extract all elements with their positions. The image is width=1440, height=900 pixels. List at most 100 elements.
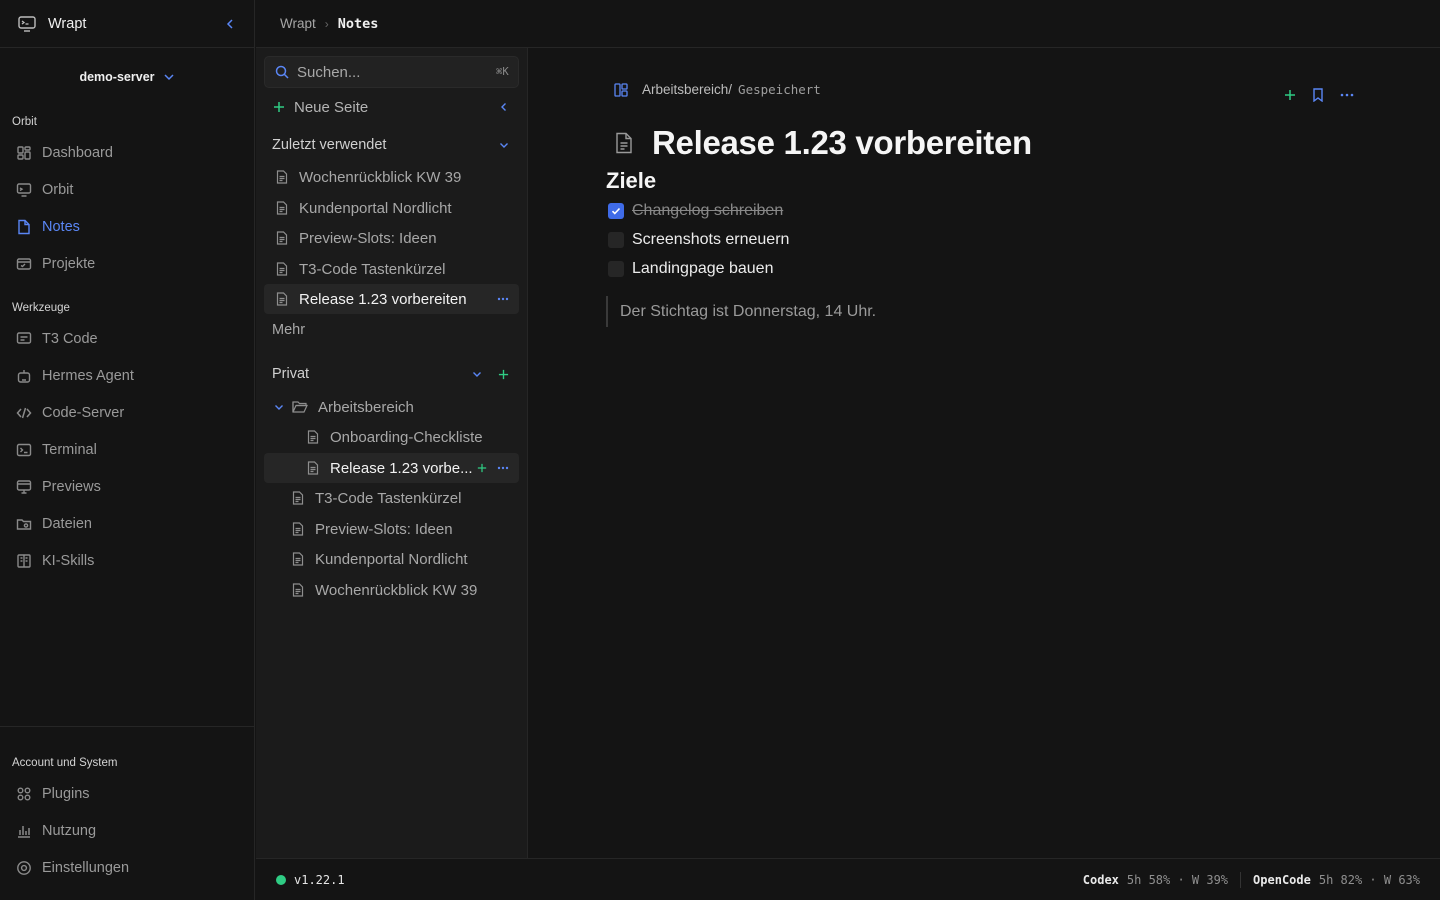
opencode-label: OpenCode: [1253, 872, 1311, 887]
chevron-down-icon: [163, 71, 175, 83]
opencode-usage: 5h 82% · W 63%: [1318, 872, 1420, 887]
sidebar-item-t3-code[interactable]: T3 Code: [0, 320, 254, 357]
document-icon: [306, 430, 320, 444]
document-icon: [291, 522, 305, 536]
sidebar-item-projekte[interactable]: Projekte: [0, 245, 254, 282]
breadcrumb-separator-icon: ›: [324, 16, 329, 31]
todo-text[interactable]: Changelog schreiben: [632, 202, 783, 220]
sidebar-item-label: Hermes Agent: [42, 367, 134, 384]
recent-page-item-active[interactable]: Release 1.23 vorbereiten: [264, 284, 519, 314]
more-options-icon[interactable]: [1340, 93, 1354, 97]
sidebar-item-nutzung[interactable]: Nutzung: [0, 812, 254, 849]
sidebar-item-label: T3 Code: [42, 330, 98, 347]
document-title[interactable]: Release 1.23 vorbereiten: [652, 124, 1032, 162]
collapse-panel-icon[interactable]: [499, 102, 519, 112]
usage-indicators: Codex 5h 58% · W 39% OpenCode 5h 82% · W…: [1083, 871, 1420, 888]
chat-icon: [16, 331, 32, 347]
quote-text[interactable]: Der Stichtag ist Donnerstag, 14 Uhr.: [620, 303, 876, 321]
divider: [1240, 871, 1242, 888]
search-box[interactable]: ⌘K: [264, 56, 519, 88]
todo-text[interactable]: Screenshots erneuern: [632, 231, 789, 249]
todo-item[interactable]: Landingpage bauen: [608, 260, 773, 278]
sidebar-item-dateien[interactable]: Dateien: [0, 505, 254, 542]
top-breadcrumb-bar: Wrapt › Notes: [256, 0, 1440, 48]
sidebar-item-label: Terminal: [42, 441, 97, 458]
more-options-icon[interactable]: [497, 466, 509, 470]
todo-item[interactable]: Changelog schreiben: [608, 202, 783, 220]
breadcrumb-wrapt[interactable]: Wrapt: [280, 16, 316, 31]
recent-page-item[interactable]: Preview-Slots: Ideen: [264, 223, 519, 253]
settings-icon: [16, 860, 32, 876]
sidebar-item-code-server[interactable]: Code-Server: [0, 394, 254, 431]
checkbox-unchecked[interactable]: [608, 261, 624, 277]
document-icon: [291, 552, 305, 566]
document-icon: [614, 132, 634, 154]
page-title: Wochenrückblick KW 39: [299, 168, 462, 186]
section-title-account: Account und System: [12, 757, 118, 769]
page-title: T3-Code Tastenkürzel: [315, 489, 462, 507]
folder-page-item[interactable]: Onboarding-Checkliste: [264, 422, 519, 452]
checkbox-unchecked[interactable]: [608, 232, 624, 248]
codex-usage: 5h 58% · W 39%: [1126, 872, 1229, 887]
section-heading[interactable]: Ziele: [606, 168, 656, 194]
folder-arbeitsbereich[interactable]: Arbeitsbereich: [264, 392, 519, 422]
search-input[interactable]: [297, 63, 496, 81]
preview-icon: [16, 479, 32, 495]
private-page-item[interactable]: Preview-Slots: Ideen: [264, 514, 519, 544]
collapse-sidebar-icon[interactable]: [224, 18, 236, 30]
private-page-item[interactable]: Kundenportal Nordlicht: [264, 544, 519, 574]
todo-text[interactable]: Landingpage bauen: [632, 260, 773, 278]
bookmark-icon[interactable]: [1312, 88, 1324, 102]
recent-page-item[interactable]: Kundenportal Nordlicht: [264, 193, 519, 223]
folder-page-item-active[interactable]: Release 1.23 vorbe...: [264, 453, 519, 483]
checkbox-checked[interactable]: [608, 203, 624, 219]
sidebar-header: Wrapt: [0, 0, 254, 48]
page-title: Release 1.23 vorbe...: [330, 459, 473, 477]
layout-toggle-icon[interactable]: [614, 82, 628, 97]
sidebar-item-notes[interactable]: Notes: [0, 208, 254, 245]
search-shortcut: ⌘K: [496, 66, 509, 78]
blockquote[interactable]: Der Stichtag ist Donnerstag, 14 Uhr.: [606, 296, 876, 327]
sidebar-item-label: Plugins: [42, 785, 90, 802]
new-page-button[interactable]: Neue Seite: [264, 93, 519, 121]
recent-page-item[interactable]: T3-Code Tastenkürzel: [264, 254, 519, 284]
sidebar-item-ki-skills[interactable]: KI-Skills: [0, 542, 254, 579]
add-icon[interactable]: [1284, 89, 1296, 101]
sidebar-item-plugins[interactable]: Plugins: [0, 775, 254, 812]
chevron-down-icon[interactable]: [499, 140, 519, 150]
private-group-header[interactable]: Privat: [264, 360, 519, 388]
todo-item[interactable]: Screenshots erneuern: [608, 231, 789, 249]
sidebar-item-label: Dashboard: [42, 144, 113, 161]
add-private-page-icon[interactable]: [498, 369, 519, 380]
sidebar-item-einstellungen[interactable]: Einstellungen: [0, 849, 254, 886]
sidebar-item-terminal[interactable]: Terminal: [0, 431, 254, 468]
terminal-icon: [16, 442, 32, 458]
more-options-icon[interactable]: [497, 297, 509, 301]
page-title: Kundenportal Nordlicht: [299, 199, 452, 217]
add-subpage-icon[interactable]: [477, 463, 487, 473]
app-version: v1.22.1: [294, 872, 345, 887]
files-icon: [16, 516, 32, 532]
page-title: T3-Code Tastenkürzel: [299, 260, 446, 278]
sidebar-item-previews[interactable]: Previews: [0, 468, 254, 505]
chevron-down-icon[interactable]: [472, 369, 498, 379]
sidebar-item-dashboard[interactable]: Dashboard: [0, 134, 254, 171]
sidebar-item-label: Einstellungen: [42, 859, 130, 876]
chevron-down-icon[interactable]: [274, 402, 284, 412]
sidebar-item-label: Previews: [42, 478, 101, 495]
sidebar-item-hermes-agent[interactable]: Hermes Agent: [0, 357, 254, 394]
editor-breadcrumb-folder[interactable]: Arbeitsbereich/: [642, 82, 732, 97]
app-title: Wrapt: [48, 15, 87, 32]
recent-group-header[interactable]: Zuletzt verwendet: [264, 131, 519, 159]
note-editor: Arbeitsbereich/ Gespeichert Release 1.23…: [528, 48, 1440, 858]
private-group-title: Privat: [272, 366, 310, 382]
server-selector[interactable]: demo-server: [0, 48, 254, 106]
private-page-item[interactable]: Wochenrückblick KW 39: [264, 575, 519, 605]
document-icon: [306, 461, 320, 475]
private-page-item[interactable]: T3-Code Tastenkürzel: [264, 483, 519, 513]
more-label: Mehr: [272, 322, 306, 338]
more-link[interactable]: Mehr: [264, 316, 519, 344]
sidebar-item-orbit[interactable]: Orbit: [0, 171, 254, 208]
recent-page-item[interactable]: Wochenrückblick KW 39: [264, 162, 519, 192]
status-bar: v1.22.1 Codex 5h 58% · W 39% OpenCode 5h…: [256, 858, 1440, 900]
